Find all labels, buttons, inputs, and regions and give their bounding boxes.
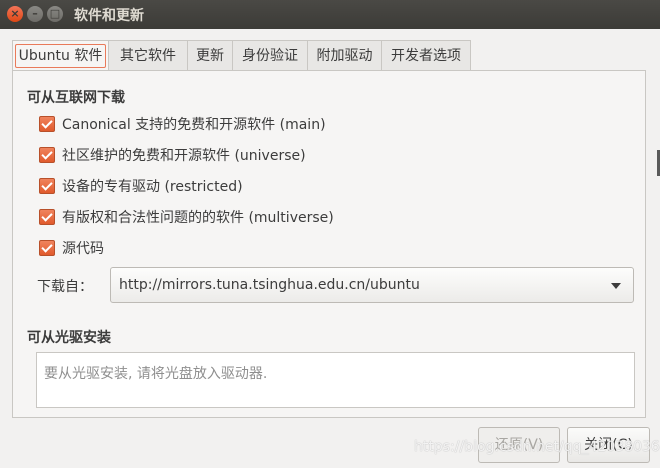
option-restricted[interactable]: 设备的专有驱动 (restricted) <box>39 177 243 197</box>
checkbox-checked-icon[interactable] <box>39 178 55 194</box>
option-label: 源代码 <box>62 241 104 257</box>
checkbox-checked-icon[interactable] <box>39 116 55 132</box>
option-universe[interactable]: 社区维护的免费和开源软件 (universe) <box>39 146 306 166</box>
option-label: 有版权和合法性问题的的软件 (multiverse) <box>62 210 334 226</box>
tab-additional-drivers[interactable]: 附加驱动 <box>307 40 382 70</box>
option-source-code[interactable]: 源代码 <box>39 239 104 259</box>
option-main[interactable]: Canonical 支持的免费和开源软件 (main) <box>39 115 326 135</box>
checkbox-checked-icon[interactable] <box>39 209 55 225</box>
title-bar: × – □ 软件和更新 <box>0 0 660 29</box>
cdrom-section-title: 可从光驱安装 <box>27 330 111 346</box>
window-title: 软件和更新 <box>74 8 144 24</box>
tab-ubuntu-software[interactable]: Ubuntu 软件 <box>12 40 109 71</box>
minimize-window-icon[interactable]: – <box>27 6 43 22</box>
tab-authentication[interactable]: 身份验证 <box>232 40 308 70</box>
tab-other-software[interactable]: 其它软件 <box>108 40 188 70</box>
maximize-window-icon[interactable]: □ <box>47 6 63 22</box>
tab-developer-options[interactable]: 开发者选项 <box>381 40 471 70</box>
option-multiverse[interactable]: 有版权和合法性问题的的软件 (multiverse) <box>39 208 334 228</box>
option-label: 设备的专有驱动 (restricted) <box>62 179 243 195</box>
tab-updates[interactable]: 更新 <box>187 40 233 70</box>
option-label: 社区维护的免费和开源软件 (universe) <box>62 148 306 164</box>
cdrom-placeholder: 要从光驱安装, 请将光盘放入驱动器. <box>44 366 268 382</box>
revert-button[interactable]: 还原(V) <box>478 427 560 463</box>
checkbox-checked-icon[interactable] <box>39 147 55 163</box>
download-server-value: http://mirrors.tuna.tsinghua.edu.cn/ubun… <box>119 277 420 293</box>
internet-section-title: 可从互联网下载 <box>27 90 125 106</box>
download-from-label: 下载自： <box>37 279 93 295</box>
tab-panel: 可从互联网下载 Canonical 支持的免费和开源软件 (main) 社区维护… <box>12 70 646 418</box>
download-server-dropdown[interactable]: http://mirrors.tuna.tsinghua.edu.cn/ubun… <box>110 267 634 303</box>
dropdown-arrow-icon <box>611 283 621 289</box>
option-label: Canonical 支持的免费和开源软件 (main) <box>62 117 326 133</box>
cdrom-list[interactable]: 要从光驱安装, 请将光盘放入驱动器. <box>36 352 635 408</box>
close-button[interactable]: 关闭(C) <box>567 427 650 463</box>
checkbox-checked-icon[interactable] <box>39 240 55 256</box>
tab-label: Ubuntu 软件 <box>14 44 107 68</box>
close-window-icon[interactable]: × <box>7 6 23 22</box>
